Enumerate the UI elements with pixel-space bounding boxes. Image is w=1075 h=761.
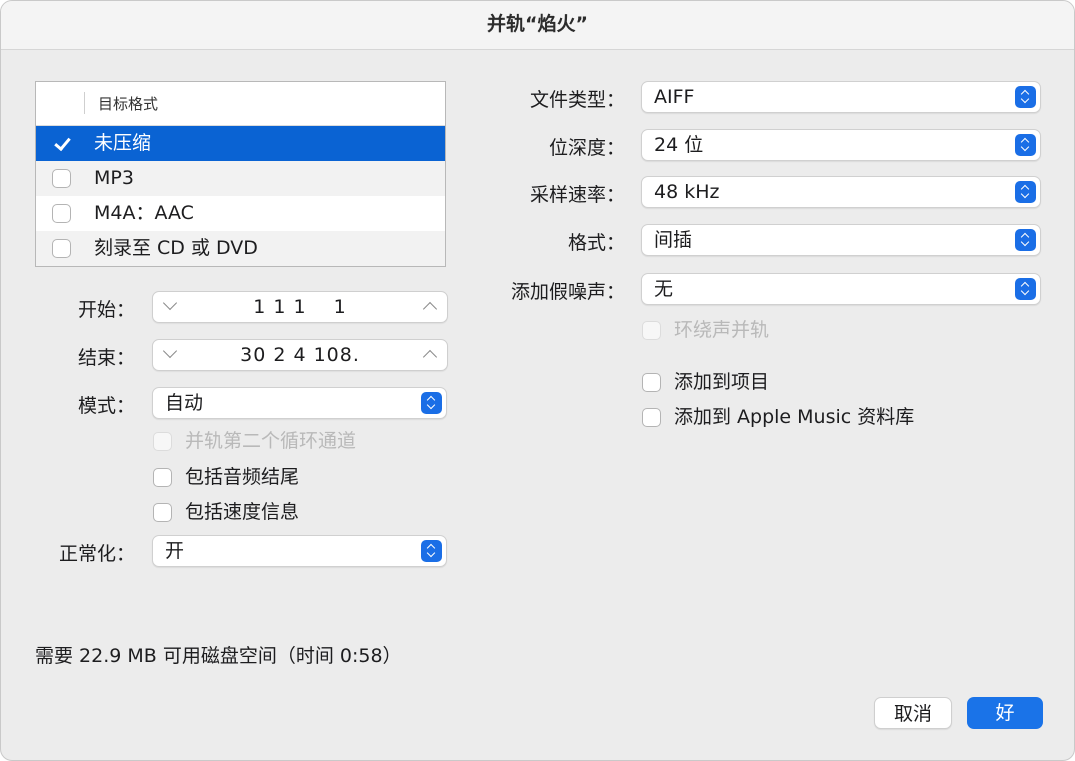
end-position-field[interactable]: 30 2 4 108. <box>152 339 448 371</box>
sample-rate-label: 采样速率： <box>529 184 625 206</box>
add-to-project-checkbox[interactable]: 添加到项目 <box>642 370 769 394</box>
bit-depth-value: 24 位 <box>654 134 704 156</box>
bounce-second-cycle-label: 并轨第二个循环通道 <box>185 430 357 452</box>
checkbox-icon[interactable] <box>642 373 661 392</box>
format-value: 间插 <box>654 229 693 251</box>
dither-label: 添加假噪声： <box>510 281 625 303</box>
header-separator <box>84 92 85 114</box>
add-to-music-checkbox[interactable]: 添加到 Apple Music 资料库 <box>642 405 914 429</box>
format-item-label: M4A：AAC <box>94 202 194 224</box>
start-label: 开始： <box>77 299 135 321</box>
ok-button[interactable]: 好 <box>967 697 1043 729</box>
include-tempo-checkbox[interactable]: 包括速度信息 <box>153 500 299 524</box>
dither-value: 无 <box>654 278 674 300</box>
format-item-label: MP3 <box>94 167 134 189</box>
bounce-dialog: 并轨“焰火” 目标格式 未压缩 MP3 M4A：AAC 刻录至 CD 或 DVD… <box>0 0 1075 761</box>
destination-format-list: 目标格式 未压缩 MP3 M4A：AAC 刻录至 CD 或 DVD <box>35 81 446 267</box>
checkbox-uncompressed[interactable] <box>52 134 71 153</box>
disk-space-info: 需要 22.9 MB 可用磁盘空间（时间 0:58） <box>35 645 402 667</box>
format-list-header: 目标格式 <box>36 82 445 126</box>
file-type-label: 文件类型： <box>529 89 625 111</box>
chevron-down-icon[interactable] <box>162 343 178 359</box>
checkbox-m4a[interactable] <box>52 204 71 223</box>
bounce-second-cycle-checkbox: 并轨第二个循环通道 <box>153 429 356 453</box>
start-position-field[interactable]: 1 1 1 1 <box>152 291 448 323</box>
normalize-value: 开 <box>165 540 185 562</box>
chevron-up-icon[interactable] <box>422 301 438 317</box>
popup-arrows-icon <box>1015 181 1036 203</box>
format-item-burn-cd[interactable]: 刻录至 CD 或 DVD <box>36 231 445 266</box>
mode-popup[interactable]: 自动 <box>152 387 447 419</box>
chevron-down-icon[interactable] <box>162 295 178 311</box>
chevron-up-icon[interactable] <box>422 349 438 365</box>
format-header-label: 目标格式 <box>98 95 159 113</box>
normalize-popup[interactable]: 开 <box>152 535 447 567</box>
add-to-project-label: 添加到项目 <box>674 371 770 393</box>
format-item-m4a[interactable]: M4A：AAC <box>36 196 445 231</box>
checkbox-icon[interactable] <box>642 408 661 427</box>
bit-depth-label: 位深度： <box>548 137 625 159</box>
surround-bounce-label: 环绕声并轨 <box>674 319 770 341</box>
mode-value: 自动 <box>165 392 204 414</box>
mode-label: 模式： <box>77 395 135 417</box>
end-label: 结束： <box>77 347 135 369</box>
checkbox-icon[interactable] <box>153 468 172 487</box>
popup-arrows-icon <box>1015 278 1036 300</box>
checkbox-mp3[interactable] <box>52 169 71 188</box>
include-tempo-label: 包括速度信息 <box>185 501 300 523</box>
popup-arrows-icon <box>1015 86 1036 108</box>
file-type-popup[interactable]: AIFF <box>641 81 1041 113</box>
checkbox-burn-cd[interactable] <box>52 239 71 258</box>
format-label: 格式： <box>567 232 625 254</box>
popup-arrows-icon <box>1015 229 1036 251</box>
file-type-value: AIFF <box>654 86 695 108</box>
format-popup[interactable]: 间插 <box>641 224 1041 256</box>
popup-arrows-icon <box>1015 134 1036 156</box>
checkbox-icon <box>153 432 172 451</box>
add-to-music-label: 添加到 Apple Music 资料库 <box>674 406 915 428</box>
sample-rate-popup[interactable]: 48 kHz <box>641 176 1041 208</box>
start-value[interactable]: 1 1 1 1 <box>193 292 407 322</box>
dither-popup[interactable]: 无 <box>641 273 1041 305</box>
popup-arrows-icon <box>421 392 442 414</box>
include-audio-tail-label: 包括音频结尾 <box>185 466 300 488</box>
normalize-label: 正常化： <box>58 543 135 565</box>
checkbox-icon <box>642 321 661 340</box>
dialog-title: 并轨“焰火” <box>1 1 1074 50</box>
sample-rate-value: 48 kHz <box>654 181 720 203</box>
cancel-button[interactable]: 取消 <box>874 697 952 729</box>
bit-depth-popup[interactable]: 24 位 <box>641 129 1041 161</box>
format-item-label: 刻录至 CD 或 DVD <box>94 237 258 259</box>
include-audio-tail-checkbox[interactable]: 包括音频结尾 <box>153 465 299 489</box>
popup-arrows-icon <box>421 540 442 562</box>
format-item-uncompressed[interactable]: 未压缩 <box>36 126 445 161</box>
surround-bounce-checkbox: 环绕声并轨 <box>642 318 769 342</box>
end-value[interactable]: 30 2 4 108. <box>193 340 407 370</box>
format-item-mp3[interactable]: MP3 <box>36 161 445 196</box>
checkbox-icon[interactable] <box>153 503 172 522</box>
format-item-label: 未压缩 <box>94 132 152 154</box>
